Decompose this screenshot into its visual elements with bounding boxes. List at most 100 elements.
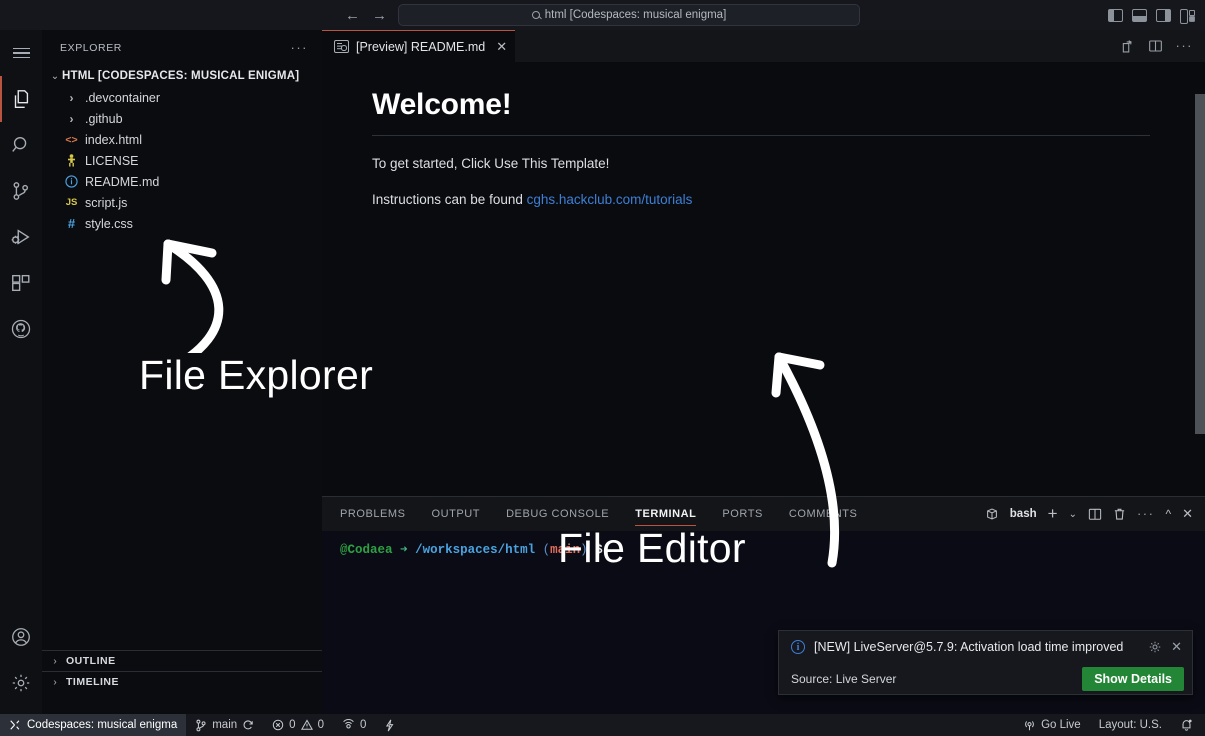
notification-message: [NEW] LiveServer@5.7.9: Activation load … [814,640,1124,654]
arrow-right-icon[interactable]: → [372,8,387,23]
terminal-more-actions-icon[interactable]: ··· [1137,507,1155,520]
file-tree-item-index-html[interactable]: <> index.html [42,129,322,150]
terminal-branch: main [550,543,581,557]
activity-bar [0,30,42,714]
file-tree-item-devcontainer[interactable]: › .devcontainer [42,87,322,108]
chevron-right-icon: › [53,676,57,688]
chevron-down-icon[interactable]: ⌄ [1069,509,1077,520]
arrow-left-icon[interactable]: ← [345,8,360,23]
file-name: README.md [85,174,160,189]
manage-settings-button[interactable] [0,660,42,706]
heading-divider [372,135,1150,136]
sidebar-item-run-and-debug[interactable] [0,214,42,260]
tab-output[interactable]: OUTPUT [432,497,481,531]
close-icon[interactable]: ✕ [496,39,507,55]
tab-comments[interactable]: COMMENTS [789,497,858,531]
status-editor-actions[interactable] [375,714,404,736]
source-control-icon [13,182,29,200]
lightning-icon [386,719,394,731]
markdown-preview: Welcome! To get started, Click Use This … [322,62,1205,496]
ports-count: 0 [359,719,367,731]
explorer-root-label: HTML [CODESPACES: MUSICAL ENIGMA] [62,70,300,82]
account-icon [12,628,30,646]
explorer-root-folder[interactable]: ⌄ HTML [CODESPACES: MUSICAL ENIGMA] [42,65,322,87]
preview-paragraph-1: To get started, Click Use This Template! [372,156,610,171]
sidebar-section-outline[interactable]: › OUTLINE [42,650,322,671]
remote-label: Codespaces: musical enigma [27,719,178,731]
broadcast-icon [1025,720,1034,730]
status-problems[interactable]: 0 0 [263,714,333,736]
file-name: index.html [85,132,142,147]
go-live-button[interactable]: Go Live [1014,714,1090,736]
remote-indicator[interactable]: Codespaces: musical enigma [0,714,187,736]
section-label: OUTLINE [66,655,116,667]
toggle-secondary-sidebar-icon[interactable] [1156,8,1171,22]
explorer-icon [14,90,29,108]
maximize-panel-icon[interactable]: ^ [1165,507,1171,521]
split-editor-icon[interactable] [1148,39,1163,53]
status-ports[interactable]: 0 [333,714,375,736]
file-name: .devcontainer [85,90,161,105]
keyboard-layout-item[interactable]: Layout: U.S. [1090,714,1171,736]
sidebar-item-github[interactable] [0,306,42,352]
notification-toast: i [NEW] LiveServer@5.7.9: Activation loa… [778,630,1193,695]
command-center-search[interactable]: html [Codespaces: musical enigma] [398,4,860,26]
warning-count: 0 [317,719,324,731]
editor-actions: ··· [1120,30,1205,62]
menu-icon[interactable] [0,30,42,76]
open-preview-to-side-icon[interactable] [1120,39,1135,54]
tab-problems[interactable]: PROBLEMS [340,497,406,531]
status-branch[interactable]: main [186,714,263,736]
css-file-icon: # [67,216,76,231]
sidebar-more-actions-icon[interactable]: ··· [291,41,309,54]
sidebar-section-timeline[interactable]: › TIMELINE [42,671,322,692]
account-button[interactable] [0,614,42,660]
preview-icon [334,40,349,53]
ports-icon [343,719,354,729]
command-center-value: html [Codespaces: musical enigma] [544,9,727,21]
show-details-button[interactable]: Show Details [1082,666,1184,691]
close-panel-icon[interactable]: ✕ [1182,506,1193,522]
new-terminal-icon[interactable]: + [1048,505,1058,522]
terminal-user: @Codaea [340,543,393,557]
kill-terminal-icon[interactable] [1113,507,1126,521]
toggle-primary-sidebar-icon[interactable] [1108,8,1123,22]
tab-debug-console[interactable]: DEBUG CONSOLE [506,497,609,531]
terminal-path: /workspaces/html [415,543,536,557]
terminal-paren-open: ( [542,543,551,557]
file-tree-item-style-css[interactable]: # style.css [42,213,322,234]
file-tree-item-readme-md[interactable]: README.md [42,171,322,192]
keyboard-layout-label: Layout: U.S. [1098,719,1162,731]
terminal-output[interactable]: @Codaea ➜ /workspaces/html (main) $ [322,531,1205,557]
gear-icon[interactable] [1148,640,1162,654]
chevron-right-icon: › [53,655,57,667]
more-actions-icon[interactable]: ··· [1176,39,1194,52]
toggle-panel-icon[interactable] [1132,8,1147,22]
customize-layout-icon[interactable] [1180,8,1195,24]
file-tree-item-license[interactable]: LICENSE [42,150,322,171]
split-terminal-icon[interactable] [1088,508,1102,521]
sidebar-item-source-control[interactable] [0,168,42,214]
file-tree-item-script-js[interactable]: JS script.js [42,192,322,213]
explorer-sidebar: EXPLORER ··· ⌄ HTML [CODESPACES: MUSICAL… [42,30,322,714]
tab-preview-readme[interactable]: [Preview] README.md ✕ [322,30,516,62]
tutorials-link[interactable]: cghs.hackclub.com/tutorials [527,192,693,207]
tab-label: [Preview] README.md [356,39,486,54]
tab-ports[interactable]: PORTS [722,497,762,531]
notifications-button[interactable] [1171,714,1205,736]
remote-indicator-icon [10,720,20,730]
section-label: TIMELINE [66,676,119,688]
panel-actions: bash + ⌄ ··· ^ ✕ [985,505,1205,522]
status-bar-right: Go Live Layout: U.S. [1014,714,1205,736]
file-tree-item-github[interactable]: › .github [42,108,322,129]
branch-label: main [212,719,238,731]
sidebar-item-extensions[interactable] [0,260,42,306]
close-icon[interactable]: ✕ [1171,639,1182,655]
file-name: script.js [85,195,128,210]
editor-scrollbar[interactable] [1195,94,1205,434]
sidebar-item-explorer[interactable] [0,76,42,122]
javascript-file-icon: JS [65,197,78,208]
title-bar-navigation: ← → [345,0,387,30]
tab-terminal[interactable]: TERMINAL [635,497,697,531]
sidebar-item-search[interactable] [0,122,42,168]
